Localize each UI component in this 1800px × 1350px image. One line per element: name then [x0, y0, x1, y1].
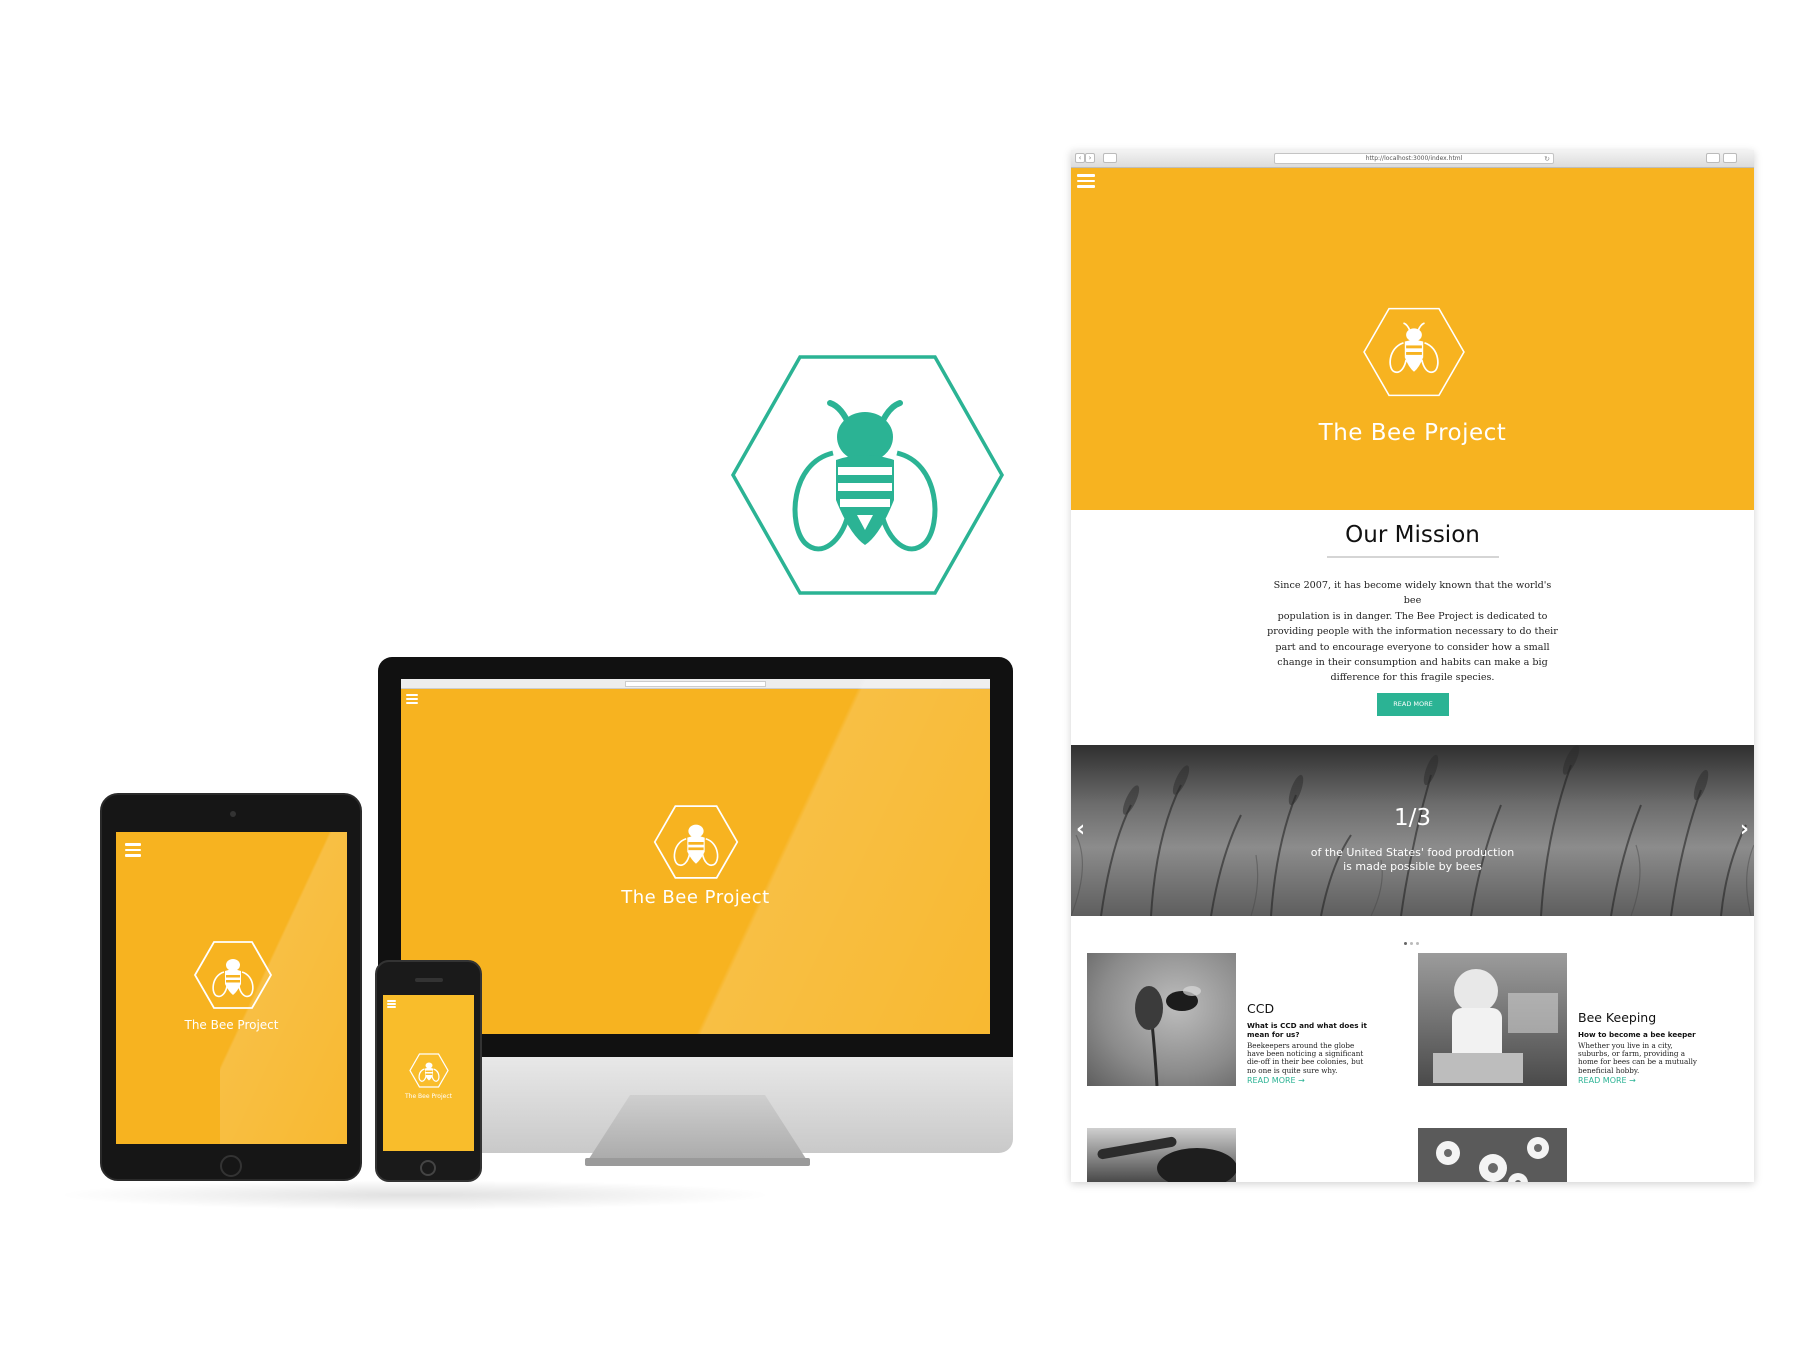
browser-window: ‹ › http://localhost:3000/index.html ↻ T… [1071, 150, 1754, 1182]
phone-screen: The Bee Project [383, 995, 474, 1151]
hero-section: The Bee Project [1071, 168, 1754, 510]
card-subtitle: What is CCD and what does it mean for us… [1247, 1021, 1367, 1039]
card-subtitle-line: How to become a bee keeper [1578, 1030, 1696, 1039]
device-shadow [55, 1180, 775, 1210]
chevron-right-icon[interactable]: › [1740, 817, 1749, 842]
slider-dot[interactable] [1410, 942, 1413, 945]
reload-icon[interactable]: ↻ [1544, 155, 1550, 164]
hamburger-menu-icon[interactable] [125, 843, 141, 857]
phone-home-button[interactable] [420, 1160, 436, 1176]
bee-hexagon-logo [409, 1053, 449, 1088]
card-subtitle-line: mean for us? [1247, 1029, 1300, 1039]
tablet-camera [230, 811, 236, 817]
address-bar-url: http://localhost:3000/index.html [1365, 155, 1463, 162]
share-icon[interactable] [1706, 153, 1720, 163]
address-bar[interactable]: http://localhost:3000/index.html ↻ [1274, 153, 1554, 164]
flowers-image[interactable] [1418, 1128, 1567, 1182]
mission-text: Since 2007, it has become widely known t… [1266, 578, 1559, 686]
hamburger-menu-icon[interactable] [1077, 174, 1095, 188]
stats-slider: ‹ 1/3 of the United States' food product… [1071, 745, 1754, 916]
mission-text-line: Since 2007, it has become widely known t… [1273, 580, 1552, 607]
slide-caption-line-2: is made possible by bees [1343, 860, 1482, 873]
monitor-stand-base [585, 1158, 810, 1166]
browser-toolbar: ‹ › http://localhost:3000/index.html ↻ [1071, 150, 1754, 168]
slide-stat: 1/3 [1393, 805, 1431, 831]
card-body: Beekeepers around the globe have been no… [1247, 1041, 1363, 1075]
mission-title: Our Mission [1345, 522, 1480, 548]
read-more-button[interactable]: READ MORE [1377, 693, 1449, 716]
back-icon[interactable]: ‹ [1075, 153, 1085, 163]
card-subtitle: How to become a bee keeper [1578, 1030, 1696, 1040]
forward-icon[interactable]: › [1085, 153, 1095, 163]
hamburger-menu-icon[interactable] [387, 1000, 396, 1008]
card-read-more-link[interactable]: READ MORE → [1578, 1076, 1636, 1085]
tablet-screen: The Bee Project [116, 832, 347, 1144]
phone-speaker [415, 978, 443, 982]
mission-text-line: difference for this fragile species. [1330, 672, 1495, 684]
sidebar-icon[interactable] [1103, 153, 1117, 163]
mission-divider [1327, 556, 1499, 558]
card-title: CCD [1247, 1001, 1275, 1016]
card-body-line: no one is quite sure why. [1247, 1065, 1338, 1075]
tablet-mockup: The Bee Project [100, 793, 362, 1181]
mission-text-line: part and to encourage everyone to consid… [1275, 641, 1550, 653]
ccd-image[interactable] [1087, 953, 1236, 1086]
phone-brand-title: The Bee Project [404, 1093, 452, 1100]
honey-image[interactable] [1087, 1128, 1236, 1182]
mission-text-line: population is in danger. The Bee Project… [1277, 610, 1548, 622]
bee-hexagon-logo [730, 355, 1005, 595]
hero-title: The Bee Project [1318, 420, 1507, 446]
card-body-line: beneficial hobby. [1578, 1065, 1640, 1075]
mission-text-line: providing people with the information ne… [1267, 626, 1558, 638]
slide-caption-line-1: of the United States' food production [1310, 846, 1515, 859]
card-read-more-link[interactable]: READ MORE → [1247, 1076, 1305, 1085]
monitor-screen: The Bee Project [401, 679, 990, 1034]
slider-dots [1404, 930, 1424, 945]
slider-dot[interactable] [1404, 942, 1407, 945]
tablet-home-button[interactable] [220, 1155, 242, 1177]
slider-dot[interactable] [1416, 942, 1419, 945]
bee-keeping-image[interactable] [1418, 953, 1567, 1086]
bee-hexagon-logo [1363, 307, 1465, 397]
tabs-icon[interactable] [1723, 153, 1737, 163]
hamburger-menu-icon[interactable] [406, 694, 418, 704]
phone-mockup: The Bee Project [375, 960, 482, 1182]
card-title: Bee Keeping [1578, 1010, 1657, 1025]
mission-text-line: change in their consumption and habits c… [1277, 657, 1548, 669]
card-body: Whether you live in a city, suburbs, or … [1578, 1041, 1697, 1075]
